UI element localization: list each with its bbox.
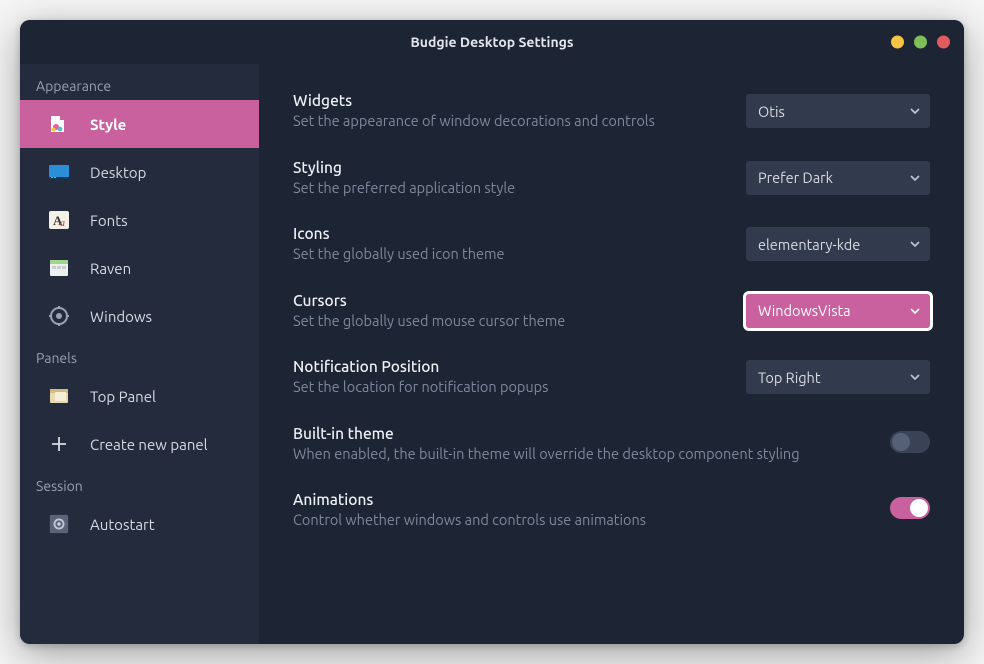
setting-title: Icons	[293, 225, 722, 242]
notification-position-dropdown[interactable]: Top Right	[746, 360, 930, 394]
setting-notification-position: Notification Position Set the location f…	[293, 348, 930, 415]
setting-desc: Set the location for notification popups	[293, 377, 722, 397]
sidebar-section-session: Session	[20, 468, 259, 500]
sidebar-section-appearance: Appearance	[20, 68, 259, 100]
chevron-down-icon	[910, 108, 920, 114]
styling-dropdown[interactable]: Prefer Dark	[746, 161, 930, 195]
setting-desc: Set the globally used mouse cursor theme	[293, 311, 722, 331]
built-in-theme-toggle[interactable]	[890, 431, 930, 453]
chevron-down-icon	[910, 175, 920, 181]
setting-title: Built-in theme	[293, 425, 866, 442]
desktop-icon	[46, 159, 72, 185]
windows-icon	[46, 303, 72, 329]
plus-icon	[46, 431, 72, 457]
raven-icon	[46, 255, 72, 281]
sidebar-item-label: Create new panel	[90, 436, 208, 453]
setting-icons: Icons Set the globally used icon theme e…	[293, 215, 930, 282]
sidebar-item-create-panel[interactable]: Create new panel	[20, 420, 259, 468]
cursors-dropdown[interactable]: WindowsVista	[746, 294, 930, 328]
icons-dropdown[interactable]: elementary-kde	[746, 227, 930, 261]
setting-desc: Set the preferred application style	[293, 178, 722, 198]
sidebar-item-label: Windows	[90, 308, 152, 325]
svg-text:a: a	[60, 218, 65, 229]
sidebar-item-raven[interactable]: Raven	[20, 244, 259, 292]
window-title: Budgie Desktop Settings	[411, 34, 574, 50]
sidebar-item-label: Desktop	[90, 164, 146, 181]
content-panel: Widgets Set the appearance of window dec…	[259, 64, 964, 644]
setting-title: Styling	[293, 159, 722, 176]
setting-title: Cursors	[293, 292, 722, 309]
dropdown-value: WindowsVista	[758, 302, 851, 319]
dropdown-value: elementary-kde	[758, 236, 860, 253]
setting-desc: Control whether windows and controls use…	[293, 510, 866, 530]
sidebar-item-label: Style	[90, 116, 126, 133]
setting-desc: Set the globally used icon theme	[293, 244, 722, 264]
sidebar-item-windows[interactable]: Windows	[20, 292, 259, 340]
minimize-button[interactable]	[891, 36, 904, 49]
setting-title: Animations	[293, 491, 866, 508]
setting-built-in-theme: Built-in theme When enabled, the built-i…	[293, 415, 930, 482]
widgets-dropdown[interactable]: Otis	[746, 94, 930, 128]
sidebar-item-label: Raven	[90, 260, 131, 277]
dropdown-value: Top Right	[758, 369, 821, 386]
sidebar-item-style[interactable]: Style	[20, 100, 259, 148]
animations-toggle[interactable]	[890, 497, 930, 519]
gear-icon	[46, 511, 72, 537]
settings-window: Budgie Desktop Settings Appearance Style…	[20, 20, 964, 644]
sidebar-item-top-panel[interactable]: Top Panel	[20, 372, 259, 420]
sidebar-item-desktop[interactable]: Desktop	[20, 148, 259, 196]
chevron-down-icon	[910, 308, 920, 314]
titlebar: Budgie Desktop Settings	[20, 20, 964, 64]
dropdown-value: Prefer Dark	[758, 169, 833, 186]
window-body: Appearance Style Desktop Aa Fonts	[20, 64, 964, 644]
panel-icon	[46, 383, 72, 409]
setting-title: Widgets	[293, 92, 722, 109]
chevron-down-icon	[910, 374, 920, 380]
window-controls	[891, 36, 950, 49]
setting-cursors: Cursors Set the globally used mouse curs…	[293, 282, 930, 349]
maximize-button[interactable]	[914, 36, 927, 49]
fonts-icon: Aa	[46, 207, 72, 233]
setting-styling: Styling Set the preferred application st…	[293, 149, 930, 216]
sidebar-item-label: Autostart	[90, 516, 155, 533]
setting-animations: Animations Control whether windows and c…	[293, 481, 930, 548]
sidebar-section-panels: Panels	[20, 340, 259, 372]
setting-title: Notification Position	[293, 358, 722, 375]
setting-desc: When enabled, the built-in theme will ov…	[293, 444, 866, 464]
sidebar-item-fonts[interactable]: Aa Fonts	[20, 196, 259, 244]
sidebar-item-autostart[interactable]: Autostart	[20, 500, 259, 548]
sidebar-item-label: Fonts	[90, 212, 128, 229]
style-icon	[46, 111, 72, 137]
close-button[interactable]	[937, 36, 950, 49]
chevron-down-icon	[910, 241, 920, 247]
setting-desc: Set the appearance of window decorations…	[293, 111, 722, 131]
setting-widgets: Widgets Set the appearance of window dec…	[293, 82, 930, 149]
dropdown-value: Otis	[758, 103, 785, 120]
sidebar-item-label: Top Panel	[90, 388, 156, 405]
sidebar: Appearance Style Desktop Aa Fonts	[20, 64, 259, 644]
